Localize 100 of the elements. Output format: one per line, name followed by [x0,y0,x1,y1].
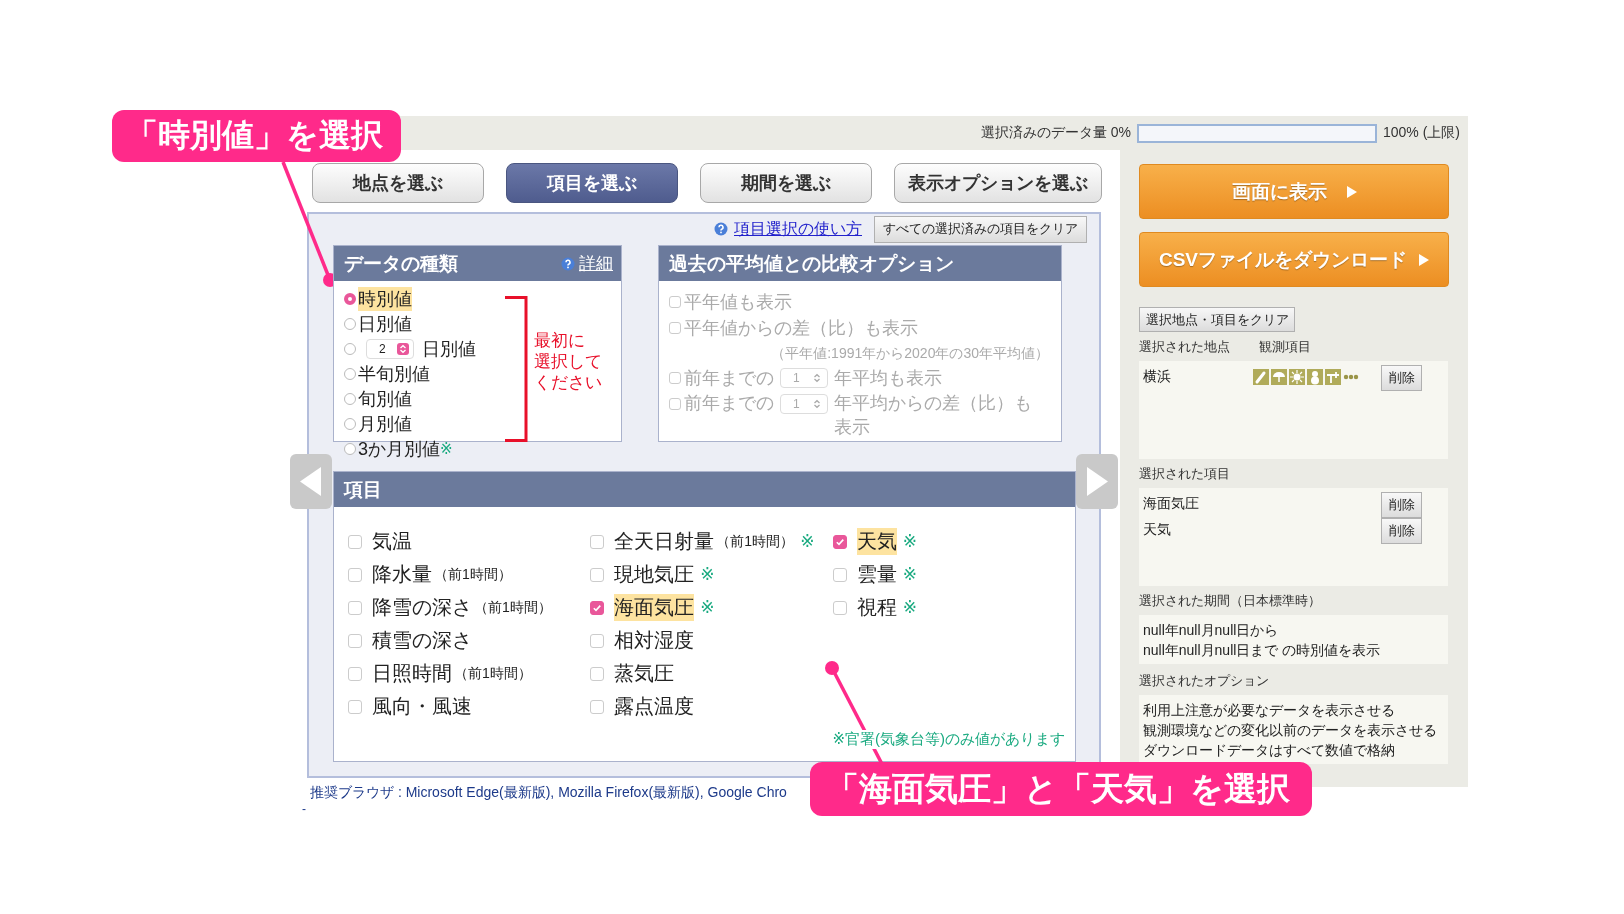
checkbox[interactable] [348,666,362,681]
clear-selection-button[interactable]: 選択地点・項目をクリア [1139,307,1295,332]
checkbox[interactable] [590,534,605,549]
checkbox[interactable] [590,699,605,714]
option-label: 平年値からの差（比）も表示 [684,317,918,340]
sun-icon [1289,369,1305,385]
delete-button[interactable]: 削除 [1381,492,1422,518]
number-spinner[interactable]: 2 [366,338,414,359]
checkbox[interactable] [832,567,847,582]
clear-all-button[interactable]: すべての選択済みの項目をクリア [874,215,1087,243]
item-label: 露点温度 [614,694,695,719]
next-arrow-button[interactable] [1076,454,1118,509]
option-label: 時別値 [358,286,412,311]
selected-item-name: 天気 [1143,520,1172,539]
help-icon [714,222,728,236]
item-qualifier: （前1時間） [474,598,552,617]
play-icon [1346,185,1357,198]
note-mark: ※ [902,564,917,585]
radio-button[interactable] [344,417,356,430]
checkbox[interactable] [832,600,847,615]
footer-dash: - [302,802,307,816]
radio-button[interactable] [344,392,356,405]
option-label: 3か月別値 [358,437,440,461]
instruction-note: 最初に 選択して ください [534,330,602,393]
item-label: 雲量 [856,562,897,587]
item-label: 海面気圧 [614,594,695,621]
option-label: 前年までの [684,392,774,415]
spinner-arrows-icon[interactable] [397,342,409,355]
section-heading: 観測項目 [1259,338,1311,356]
note-mark: ※ [902,597,917,618]
item-qualifier: （前1時間） [454,664,532,683]
callout-label: 「海面気圧」と「天気」を選択 [810,762,1312,816]
option-label: 半旬別値 [358,362,430,386]
wind-icon [1325,369,1341,385]
period-text: null年null月null日から [1143,621,1280,640]
item-label: 積雪の深さ [372,628,472,653]
selected-item-name: 海面気圧 [1143,494,1200,513]
item-label: 風向・風速 [372,694,472,719]
checkbox[interactable] [348,534,362,549]
option-text: 利用上注意が必要なデータを表示させる [1143,701,1396,720]
item-qualifier: （前1時間） [716,532,795,551]
help-link[interactable]: 項目選択の使い方 [734,218,862,240]
checkbox[interactable] [590,600,605,615]
option-label: 年平均も表示 [834,367,942,390]
item-label: 視程 [856,595,897,620]
detail-link[interactable]: 詳細 [579,252,613,275]
option-note: （平年値:1991年から2020年の30年平均値） [770,344,1050,363]
checkbox[interactable] [832,534,847,549]
checkbox[interactable] [348,699,362,714]
item-label: 天気 [856,528,897,555]
note-mark: ※ [440,439,453,458]
recommended-browsers: 推奨ブラウザ : Microsoft Edge(最新版), Mozilla Firefox(最新版), Google Chro [310,784,787,802]
checkbox[interactable] [348,633,362,648]
checkbox[interactable] [590,633,605,648]
item-qualifier: （前1時間） [434,565,512,584]
section-heading: 選択された地点 [1139,338,1230,356]
radio-button[interactable] [344,292,356,305]
note-mark: ※ [800,531,815,552]
option-label: 平年値も表示 [684,291,792,314]
tab[interactable]: 項目を選ぶ [506,163,678,203]
station-name: 横浜 [1143,367,1172,386]
option-label: 日別値 [358,312,412,336]
radio-button[interactable] [344,342,356,355]
delete-button[interactable]: 削除 [1381,365,1422,391]
section-heading: 選択された項目 [1139,465,1230,483]
note-mark: ※ [902,531,917,552]
previous-arrow-button[interactable] [290,454,332,509]
checkbox[interactable] [348,567,362,582]
more-icon [1343,374,1359,380]
snowman-icon [1307,369,1323,385]
checkbox[interactable] [590,567,605,582]
note-mark: ※ [700,597,715,618]
item-label: 降水量 [372,562,432,587]
option-text: ダウンロードデータはすべて数値で格納 [1143,741,1396,760]
item-label: 相対湿度 [614,628,695,653]
data-volume-limit: 100% (上限) [1382,124,1460,142]
checkbox[interactable] [590,666,605,681]
footnote: ※官署(気象台等)のみ値があります [832,730,1065,749]
tab[interactable]: 表示オプションを選ぶ [894,163,1102,203]
thermometer-icon [1253,369,1269,385]
radio-button[interactable] [344,317,356,330]
item-label: 全天日射量 [614,529,715,554]
checkbox[interactable] [348,600,362,615]
delete-button[interactable]: 削除 [1381,518,1422,544]
help-icon [561,256,575,271]
panel-title: データの種類 [344,251,458,276]
item-label: 気温 [372,529,412,554]
tab[interactable]: 期間を選ぶ [700,163,872,203]
tab[interactable]: 地点を選ぶ [312,163,484,203]
play-icon [1419,253,1430,266]
period-text: null年null月null日まで の時別値を表示 [1143,641,1382,660]
option-label: 前年までの [684,367,774,390]
radio-button[interactable] [344,442,356,455]
data-volume-label: 選択済みのデータ量 0% [980,124,1131,142]
umbrella-icon [1271,369,1287,385]
option-label: 旬別値 [358,387,412,411]
radio-button[interactable] [344,367,356,380]
item-label: 降雪の深さ [372,595,472,620]
item-label: 蒸気圧 [614,661,675,686]
item-label: 現地気圧 [614,562,695,587]
